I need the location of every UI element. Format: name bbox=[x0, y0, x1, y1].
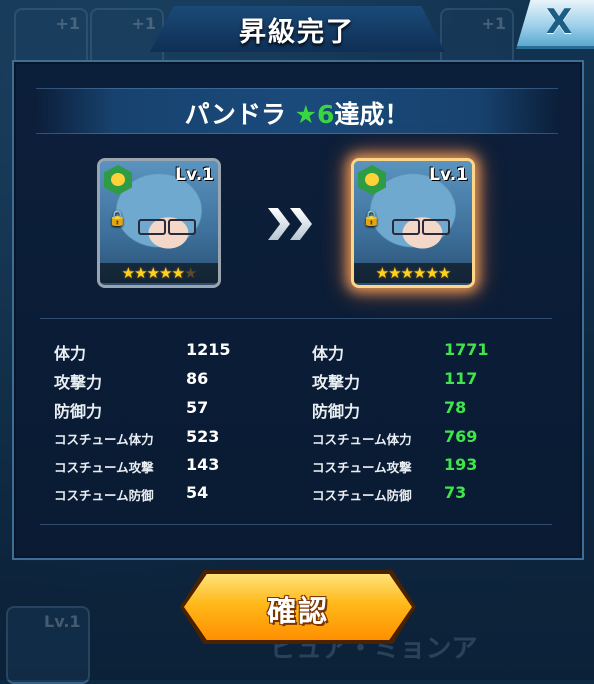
window-title: 昇級完了 bbox=[239, 17, 355, 48]
stat-value-increased: 1771 bbox=[444, 340, 489, 359]
stat-label: コスチューム体力 bbox=[312, 432, 412, 447]
star-rating: ★★★★★★ bbox=[354, 263, 472, 283]
stat-value-increased: 117 bbox=[444, 369, 478, 388]
star-icon: ★ bbox=[134, 264, 147, 282]
stat-label: 体力 bbox=[312, 344, 345, 363]
star-icon: ★ bbox=[413, 264, 426, 282]
stat-label: 攻撃力 bbox=[54, 373, 103, 392]
confirm-button[interactable]: 確認 bbox=[184, 574, 412, 640]
stat-value-increased: 193 bbox=[444, 455, 478, 474]
stat-value: 1215 bbox=[186, 340, 231, 359]
character-name: パンドラ bbox=[184, 100, 295, 129]
lock-icon: 🔒 bbox=[362, 209, 381, 227]
star-icon: ★ bbox=[183, 264, 197, 282]
stat-value-increased: 78 bbox=[444, 398, 467, 417]
stat-label: コスチューム体力 bbox=[54, 432, 154, 447]
glasses-graphic bbox=[392, 219, 450, 235]
stat-label: 防御力 bbox=[312, 402, 361, 421]
stat-label: 攻撃力 bbox=[312, 373, 361, 392]
star-icon: ★ bbox=[121, 264, 135, 282]
achievement-suffix: 達成！ bbox=[334, 100, 410, 129]
divider-top bbox=[40, 318, 552, 319]
divider-bottom bbox=[40, 524, 552, 525]
stat-value: 86 bbox=[186, 369, 209, 388]
star-icon: ★ bbox=[146, 264, 160, 282]
stat-value: 143 bbox=[186, 455, 220, 474]
star-icon: ★ bbox=[294, 100, 317, 129]
stat-value: 54 bbox=[186, 483, 209, 502]
stat-value-increased: 73 bbox=[444, 483, 467, 502]
confirm-button-label: 確認 bbox=[266, 594, 329, 628]
glasses-graphic bbox=[138, 219, 196, 235]
level-label: Lv.1 bbox=[175, 165, 214, 185]
stat-value: 523 bbox=[186, 427, 220, 446]
stat-label: コスチューム攻撃 bbox=[312, 460, 412, 475]
star-rating: ★★★★★★ bbox=[100, 263, 218, 283]
star-icon: ★ bbox=[171, 264, 184, 282]
star-rank: 6 bbox=[316, 100, 335, 129]
star-icon: ★ bbox=[425, 264, 438, 282]
star-icon: ★ bbox=[388, 264, 401, 282]
achievement-text: パンドラ ★6達成！ bbox=[36, 95, 558, 131]
star-icon: ★ bbox=[437, 264, 451, 282]
stat-label: コスチューム防御 bbox=[54, 488, 154, 503]
stat-label: コスチューム防御 bbox=[312, 488, 412, 503]
star-icon: ★ bbox=[375, 264, 389, 282]
unit-card-before: 🔒 Lv.1 ★★★★★★ bbox=[97, 158, 221, 288]
level-label: Lv.1 bbox=[429, 165, 468, 185]
stat-label: 防御力 bbox=[54, 402, 103, 421]
star-icon: ★ bbox=[159, 264, 172, 282]
lock-icon: 🔒 bbox=[108, 209, 127, 227]
star-icon: ★ bbox=[400, 264, 414, 282]
unit-card-after: 🔒 Lv.1 ★★★★★★ bbox=[351, 158, 475, 288]
stat-value: 57 bbox=[186, 398, 209, 417]
double-chevron-right-icon bbox=[260, 208, 320, 240]
stat-value-increased: 769 bbox=[444, 427, 478, 446]
stat-label: コスチューム攻撃 bbox=[54, 460, 154, 475]
close-icon: X bbox=[546, 2, 573, 42]
achievement-banner: パンドラ ★6達成！ bbox=[36, 88, 558, 134]
stat-label: 体力 bbox=[54, 344, 87, 363]
